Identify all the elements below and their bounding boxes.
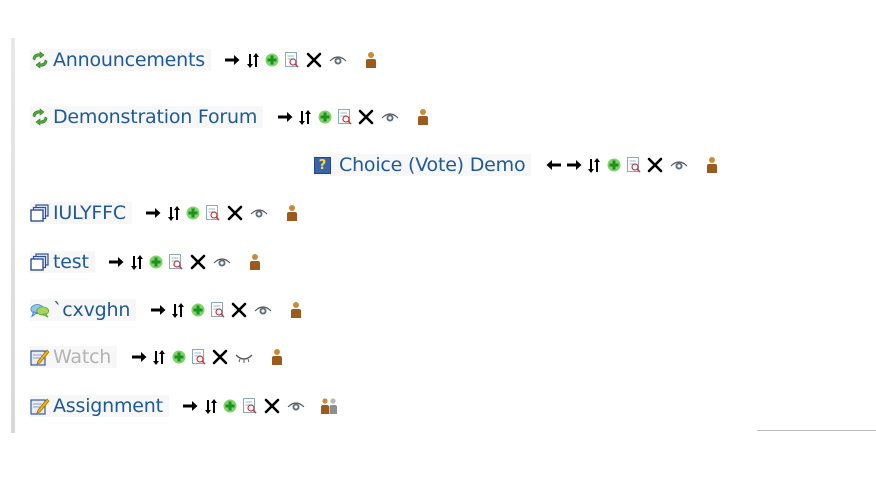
delete-icon[interactable] bbox=[230, 301, 248, 319]
edit-icon[interactable] bbox=[210, 301, 225, 319]
delete-icon[interactable] bbox=[305, 51, 323, 69]
add-icon[interactable] bbox=[317, 108, 332, 126]
move-right-icon[interactable] bbox=[566, 156, 582, 174]
delete-icon[interactable] bbox=[189, 253, 207, 271]
move-right-icon[interactable] bbox=[183, 397, 199, 415]
activity-row-background: `cxvghn bbox=[30, 299, 137, 321]
edit-controls bbox=[150, 301, 306, 319]
eye-open-icon[interactable] bbox=[249, 204, 269, 222]
activity-row-choice-vote-demo: ? Choice (Vote) Demo bbox=[314, 153, 722, 177]
role-person-icon[interactable] bbox=[413, 108, 433, 126]
role-person-icon[interactable] bbox=[361, 51, 381, 69]
move-left-icon[interactable] bbox=[545, 156, 561, 174]
move-updown-icon[interactable] bbox=[171, 301, 185, 319]
add-icon[interactable] bbox=[149, 253, 164, 271]
move-right-icon[interactable] bbox=[146, 204, 162, 222]
add-icon[interactable] bbox=[171, 348, 186, 366]
eye-open-icon[interactable] bbox=[380, 108, 400, 126]
resource-icon bbox=[30, 203, 50, 223]
add-icon[interactable] bbox=[606, 156, 621, 174]
role-person-icon[interactable] bbox=[702, 156, 722, 174]
delete-icon[interactable] bbox=[263, 397, 281, 415]
delete-icon[interactable] bbox=[211, 348, 229, 366]
assignment-icon bbox=[30, 396, 50, 416]
move-right-icon[interactable] bbox=[277, 108, 293, 126]
activity-link-iulyffc[interactable]: IULYFFC bbox=[53, 202, 126, 224]
eye-open-icon[interactable] bbox=[669, 156, 689, 174]
activity-link-test[interactable]: test bbox=[53, 251, 89, 273]
move-right-icon[interactable] bbox=[225, 51, 241, 69]
delete-icon[interactable] bbox=[646, 156, 664, 174]
activity-row-background: Watch bbox=[30, 346, 118, 368]
edit-controls bbox=[183, 397, 339, 415]
activity-row-test: test bbox=[30, 250, 265, 274]
edit-icon[interactable] bbox=[337, 108, 352, 126]
edit-controls bbox=[277, 108, 433, 126]
resource-icon bbox=[30, 252, 50, 272]
forum-icon bbox=[30, 50, 50, 70]
activity-row-background: Demonstration Forum bbox=[30, 106, 264, 128]
add-icon[interactable] bbox=[190, 301, 205, 319]
add-icon[interactable] bbox=[265, 51, 280, 69]
role-person-icon[interactable] bbox=[245, 253, 265, 271]
edit-icon[interactable] bbox=[169, 253, 184, 271]
activity-link-announcements[interactable]: Announcements bbox=[53, 49, 205, 71]
delete-icon[interactable] bbox=[226, 204, 244, 222]
add-icon[interactable] bbox=[186, 204, 201, 222]
role-person-icon[interactable] bbox=[286, 301, 306, 319]
activity-row-demonstration-forum: Demonstration Forum bbox=[30, 105, 433, 129]
activity-link-cxvghn[interactable]: `cxvghn bbox=[53, 299, 130, 321]
move-updown-icon[interactable] bbox=[246, 51, 260, 69]
move-updown-icon[interactable] bbox=[130, 253, 144, 271]
delete-icon[interactable] bbox=[357, 108, 375, 126]
section-divider bbox=[757, 430, 876, 431]
move-updown-icon[interactable] bbox=[152, 348, 166, 366]
choice-icon: ? bbox=[314, 156, 331, 174]
activity-link-choice-vote-demo[interactable]: Choice (Vote) Demo bbox=[339, 154, 526, 176]
move-right-icon[interactable] bbox=[150, 301, 166, 319]
activity-row-watch: Watch bbox=[30, 345, 287, 369]
role-person-icon[interactable] bbox=[267, 348, 287, 366]
activity-row-background: Assignment bbox=[30, 395, 169, 417]
section-left-bar bbox=[11, 38, 15, 433]
add-icon[interactable] bbox=[223, 397, 238, 415]
eye-open-icon[interactable] bbox=[253, 301, 273, 319]
move-right-icon[interactable] bbox=[109, 253, 125, 271]
move-updown-icon[interactable] bbox=[204, 397, 218, 415]
edit-icon[interactable] bbox=[243, 397, 258, 415]
edit-icon[interactable] bbox=[285, 51, 300, 69]
eye-closed-icon[interactable] bbox=[234, 348, 254, 366]
activity-row-background: test bbox=[30, 251, 95, 273]
edit-icon[interactable] bbox=[626, 156, 641, 174]
activity-row-background: Announcements bbox=[30, 49, 211, 71]
move-updown-icon[interactable] bbox=[298, 108, 312, 126]
activity-row-background: ? Choice (Vote) Demo bbox=[314, 154, 532, 176]
edit-controls bbox=[225, 51, 381, 69]
edit-controls bbox=[109, 253, 265, 271]
edit-icon[interactable] bbox=[206, 204, 221, 222]
move-updown-icon[interactable] bbox=[167, 204, 181, 222]
activity-row-assignment: Assignment bbox=[30, 394, 339, 418]
eye-open-icon[interactable] bbox=[286, 397, 306, 415]
activity-row-background: IULYFFC bbox=[30, 202, 132, 224]
activity-row-announcements: Announcements bbox=[30, 48, 381, 72]
activity-row-cxvghn: `cxvghn bbox=[30, 298, 306, 322]
activity-link-assignment[interactable]: Assignment bbox=[53, 395, 163, 417]
edit-controls bbox=[131, 348, 287, 366]
assignment-icon bbox=[30, 347, 50, 367]
activity-link-watch[interactable]: Watch bbox=[53, 346, 111, 368]
chat-icon bbox=[30, 300, 50, 320]
role-person-icon[interactable] bbox=[282, 204, 302, 222]
group-mode-icon[interactable] bbox=[319, 397, 339, 415]
activity-link-demonstration-forum[interactable]: Demonstration Forum bbox=[53, 106, 257, 128]
edit-controls bbox=[146, 204, 302, 222]
edit-controls bbox=[545, 156, 722, 174]
activity-row-iulyffc: IULYFFC bbox=[30, 201, 302, 225]
forum-icon bbox=[30, 107, 50, 127]
eye-open-icon[interactable] bbox=[212, 253, 232, 271]
edit-icon[interactable] bbox=[191, 348, 206, 366]
move-updown-icon[interactable] bbox=[587, 156, 601, 174]
move-right-icon[interactable] bbox=[131, 348, 147, 366]
eye-open-icon[interactable] bbox=[328, 51, 348, 69]
